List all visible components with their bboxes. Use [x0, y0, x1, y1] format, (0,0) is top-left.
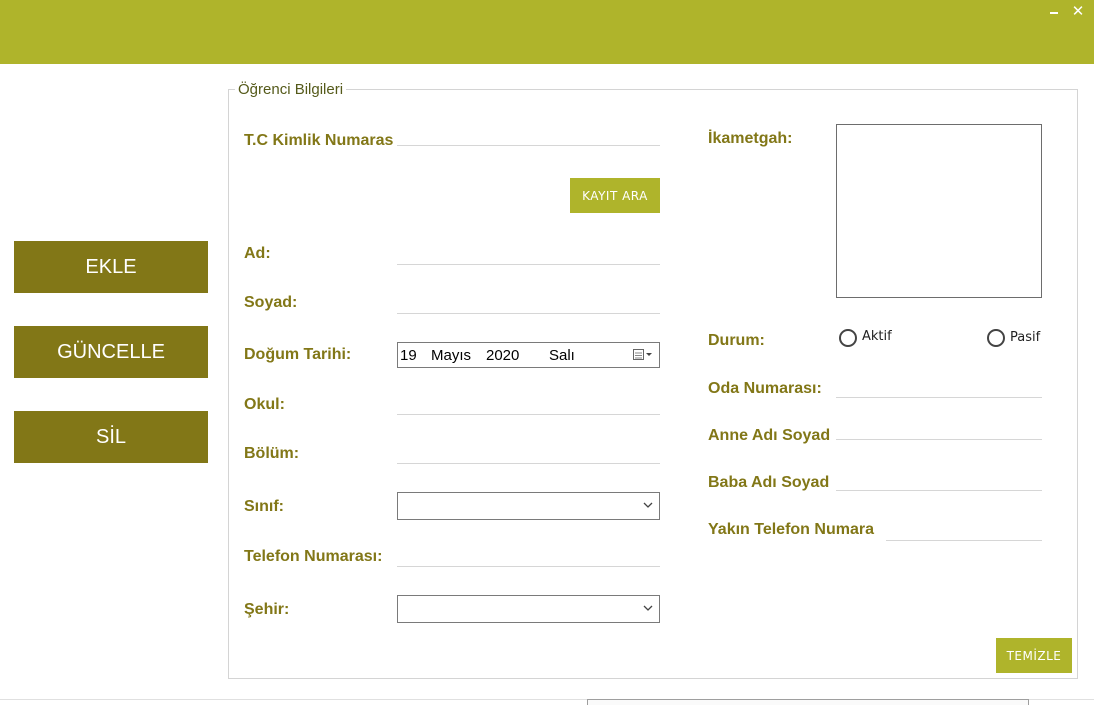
durum-label: Durum: — [708, 332, 765, 349]
anne-label: Anne Adı Soyad — [708, 427, 831, 444]
date-day: 19 — [400, 347, 417, 364]
tc-label: T.C Kimlik Numaras — [244, 132, 394, 149]
clear-button[interactable]: TEMİZLE — [996, 638, 1072, 673]
update-button[interactable]: GÜNCELLE — [14, 326, 208, 378]
okul-label: Okul: — [244, 396, 285, 413]
sinif-select[interactable] — [397, 492, 660, 520]
group-title: Öğrenci Bilgileri — [235, 81, 347, 98]
yakin-label: Yakın Telefon Numara — [708, 521, 874, 538]
bolum-input[interactable] — [397, 442, 660, 464]
close-button[interactable]: ✕ — [1070, 4, 1086, 20]
date-year: 2020 — [486, 347, 520, 364]
ad-input[interactable] — [397, 243, 660, 265]
address-textarea[interactable] — [836, 124, 1042, 298]
baba-label: Baba Adı Soyad — [708, 474, 830, 491]
chevron-down-icon — [643, 502, 653, 508]
search-record-button[interactable]: KAYIT ARA — [570, 178, 660, 213]
sehir-label: Şehir: — [244, 601, 290, 618]
chevron-down-icon — [643, 605, 653, 611]
date-weekday: Salı — [549, 347, 575, 364]
baba-input[interactable] — [836, 469, 1042, 491]
birth-date-picker[interactable]: 19 Mayıs 2020 Salı — [397, 342, 660, 368]
telefon-input[interactable] — [397, 545, 660, 567]
status-active-label[interactable]: Aktif — [862, 329, 892, 344]
bottom-panel-edge — [587, 699, 1029, 705]
ad-label: Ad: — [244, 245, 271, 262]
ikametgah-label: İkametgah: — [708, 130, 793, 147]
yakin-input[interactable] — [886, 519, 1042, 541]
status-passive-label[interactable]: Pasif — [1010, 330, 1040, 345]
soyad-input[interactable] — [397, 292, 660, 314]
oda-input[interactable] — [836, 376, 1042, 398]
add-button[interactable]: EKLE — [14, 241, 208, 293]
minimize-icon — [1050, 12, 1058, 14]
soyad-label: Soyad: — [244, 294, 298, 311]
anne-input[interactable] — [836, 418, 1042, 440]
tc-input[interactable] — [397, 124, 660, 146]
title-bar — [0, 0, 1094, 64]
bolum-label: Bölüm: — [244, 445, 300, 462]
status-active-radio[interactable] — [839, 329, 857, 347]
telefon-label: Telefon Numarası: — [244, 548, 383, 565]
sehir-select[interactable] — [397, 595, 660, 623]
minimize-button[interactable] — [1046, 2, 1062, 18]
oda-label: Oda Numarası: — [708, 380, 822, 397]
date-month: Mayıs — [431, 347, 472, 364]
calendar-icon[interactable] — [633, 349, 653, 361]
sinif-label: Sınıf: — [244, 498, 284, 515]
okul-input[interactable] — [397, 393, 660, 415]
delete-button[interactable]: SİL — [14, 411, 208, 463]
dogum-label: Doğum Tarihi: — [244, 346, 352, 363]
status-passive-radio[interactable] — [987, 329, 1005, 347]
